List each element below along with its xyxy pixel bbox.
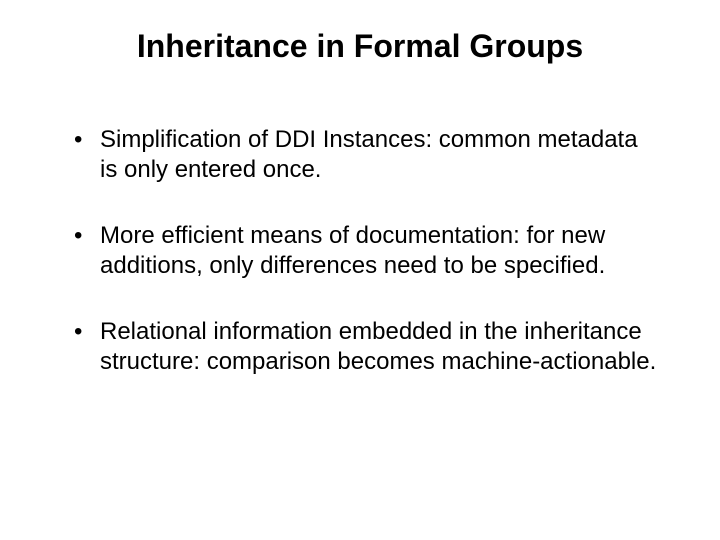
bullet-item: More efficient means of documentation: f…	[74, 221, 660, 281]
bullet-item: Relational information embedded in the i…	[74, 317, 660, 377]
bullet-item: Simplification of DDI Instances: common …	[74, 125, 660, 185]
slide-title: Inheritance in Formal Groups	[80, 28, 640, 65]
bullet-list: Simplification of DDI Instances: common …	[60, 125, 660, 377]
